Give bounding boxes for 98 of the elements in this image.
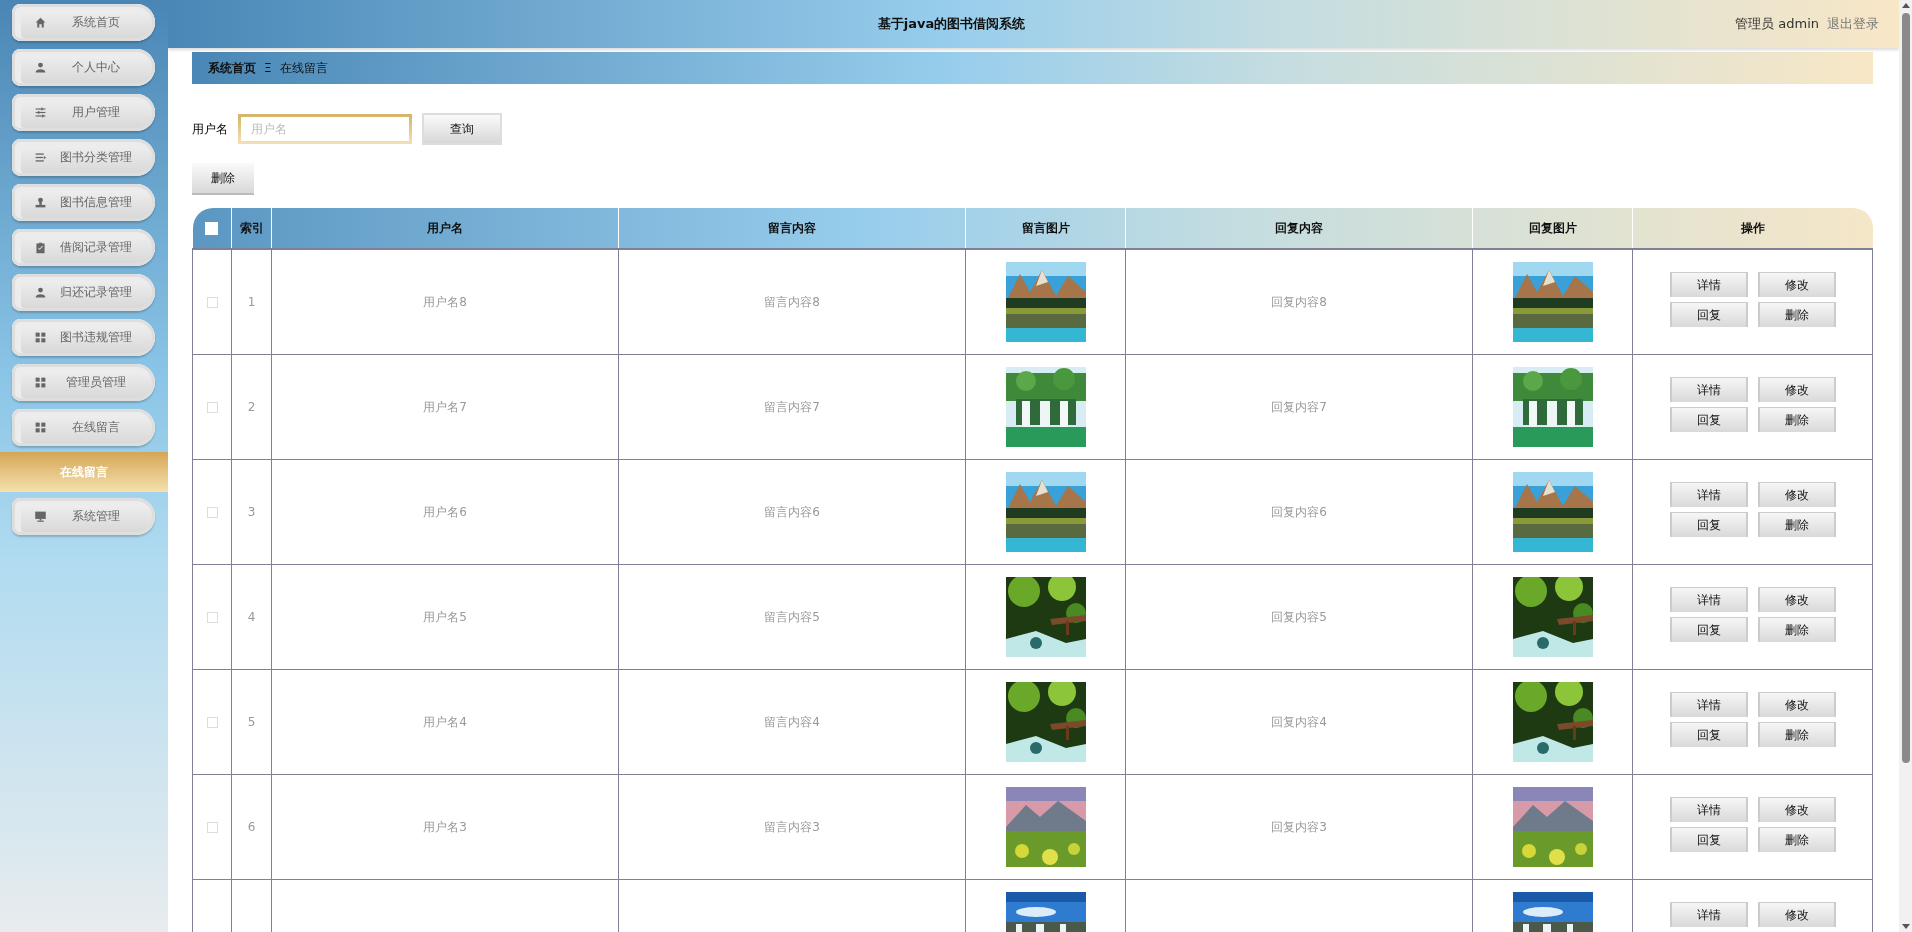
table-cell: 回复内容8 xyxy=(1271,294,1327,309)
breadcrumb-current: 在线留言 xyxy=(279,59,328,77)
grid-icon xyxy=(34,376,47,389)
column-header: 留言图片 xyxy=(965,208,1126,249)
grid-icon xyxy=(34,421,47,434)
table-cell: 回复内容3 xyxy=(1271,819,1327,834)
reply-button[interactable]: 回复 xyxy=(1669,722,1748,747)
column-header: 回复图片 xyxy=(1472,208,1633,249)
scrollbar-thumb[interactable] xyxy=(1901,13,1910,763)
delete-button[interactable]: 删除 xyxy=(1757,407,1836,432)
column-header: 留言内容 xyxy=(618,208,966,249)
sidebar-item[interactable]: 个人中心 xyxy=(12,49,155,86)
edit-button[interactable]: 修改 xyxy=(1757,272,1836,297)
reply-button[interactable]: 回复 xyxy=(1669,407,1748,432)
column-header: 回复内容 xyxy=(1125,208,1473,249)
monitor-icon xyxy=(34,510,47,523)
logout-link[interactable]: 退出登录 xyxy=(1827,15,1879,33)
table-cell: 留言内容5 xyxy=(764,609,820,624)
details-button[interactable]: 详情 xyxy=(1669,587,1748,612)
table-cell: 5 xyxy=(247,715,256,729)
checkbox[interactable] xyxy=(206,822,218,833)
table-cell: 3 xyxy=(247,505,256,519)
delete-button[interactable]: 删除 xyxy=(1757,302,1836,327)
table-cell: 用户名7 xyxy=(423,399,467,414)
reply-button[interactable]: 回复 xyxy=(1669,827,1748,852)
sidebar-item[interactable]: 系统首页 xyxy=(12,4,155,41)
checkbox[interactable] xyxy=(206,717,218,728)
sidebar-item[interactable]: 图书违规管理 xyxy=(12,319,155,356)
table-cell: 用户名3 xyxy=(423,819,467,834)
stamp-icon xyxy=(34,196,47,209)
edit-button[interactable]: 修改 xyxy=(1757,692,1836,717)
sidebar-item[interactable]: 管理员管理 xyxy=(12,364,155,401)
table-cell: 2 xyxy=(247,400,256,414)
grid-icon xyxy=(34,331,47,344)
sidebar-item[interactable]: 系统管理 xyxy=(12,498,155,535)
table-cell: 4 xyxy=(247,610,256,624)
table-cell: 用户名8 xyxy=(423,294,467,309)
table-cell: 留言内容3 xyxy=(764,819,820,834)
delete-button[interactable]: 删除 xyxy=(1757,722,1836,747)
reply-button[interactable]: 回复 xyxy=(1669,617,1748,642)
user-icon xyxy=(34,61,47,74)
details-button[interactable]: 详情 xyxy=(1669,482,1748,507)
table-cell: 留言内容4 xyxy=(764,714,820,729)
home-icon xyxy=(34,16,47,29)
sidebar-item[interactable]: 图书信息管理 xyxy=(12,184,155,221)
column-header: 索引 xyxy=(231,208,272,249)
table-cell: 6 xyxy=(247,820,256,834)
table-cell: 回复内容5 xyxy=(1271,609,1327,624)
details-button[interactable]: 详情 xyxy=(1669,692,1748,717)
edit-button[interactable]: 修改 xyxy=(1757,797,1836,822)
list-icon xyxy=(34,151,47,164)
sidebar-item[interactable]: 图书分类管理 xyxy=(12,139,155,176)
sidebar-item[interactable]: 归还记录管理 xyxy=(12,274,155,311)
breadcrumb-link[interactable]: 系统首页 xyxy=(208,59,256,77)
details-button[interactable]: 详情 xyxy=(1669,377,1748,402)
user-icon xyxy=(34,286,47,299)
reply-button[interactable]: 回复 xyxy=(1669,512,1748,537)
table-cell: 留言内容6 xyxy=(764,504,820,519)
delete-button[interactable]: 删除 xyxy=(1757,617,1836,642)
scroll-down-icon[interactable] xyxy=(1901,924,1910,929)
user-label: 管理员 admin xyxy=(1735,15,1819,33)
details-button[interactable]: 详情 xyxy=(1669,272,1748,297)
breadcrumb-separator: Ξ xyxy=(264,61,272,75)
table-cell: 1 xyxy=(247,295,256,309)
reply-button[interactable]: 回复 xyxy=(1669,302,1748,327)
column-header: 用户名 xyxy=(271,208,619,249)
details-button[interactable]: 详情 xyxy=(1669,797,1748,822)
table-cell: 用户名4 xyxy=(423,714,467,729)
edit-button[interactable]: 修改 xyxy=(1757,587,1836,612)
clipboard-icon xyxy=(34,241,47,254)
table-cell: 留言内容7 xyxy=(764,399,820,414)
search-button[interactable]: 查询 xyxy=(422,113,502,145)
edit-button[interactable]: 修改 xyxy=(1757,377,1836,402)
sidebar-item[interactable]: 借阅记录管理 xyxy=(12,229,155,266)
sliders-icon xyxy=(34,106,47,119)
checkbox[interactable] xyxy=(206,507,218,518)
delete-button[interactable]: 删除 xyxy=(1757,827,1836,852)
delete-button[interactable]: 删除 xyxy=(192,163,254,195)
checkbox[interactable] xyxy=(206,402,218,413)
scroll-up-icon[interactable] xyxy=(1901,3,1910,8)
table-cell: 回复内容4 xyxy=(1271,714,1327,729)
app-title: 基于java的图书借阅系统 xyxy=(876,15,1027,33)
table-cell: 回复内容6 xyxy=(1271,504,1327,519)
edit-button[interactable]: 修改 xyxy=(1757,482,1836,507)
sidebar-item[interactable]: 用户管理 xyxy=(12,94,155,131)
table-cell: 回复内容7 xyxy=(1271,399,1327,414)
delete-button[interactable]: 删除 xyxy=(1757,512,1836,537)
field-label: 用户名 xyxy=(192,120,228,138)
table-cell: 用户名6 xyxy=(423,504,467,519)
column-header: 操作 xyxy=(1632,208,1873,249)
table-cell: 留言内容8 xyxy=(764,294,820,309)
table-cell: 用户名5 xyxy=(423,609,467,624)
edit-button[interactable]: 修改 xyxy=(1757,902,1836,927)
sidebar-item[interactable]: 在线留言 xyxy=(12,409,155,446)
checkbox[interactable] xyxy=(206,297,218,308)
checkbox[interactable] xyxy=(206,612,218,623)
details-button[interactable]: 详情 xyxy=(1669,902,1748,927)
search-field[interactable]: 用户名 xyxy=(238,114,412,144)
